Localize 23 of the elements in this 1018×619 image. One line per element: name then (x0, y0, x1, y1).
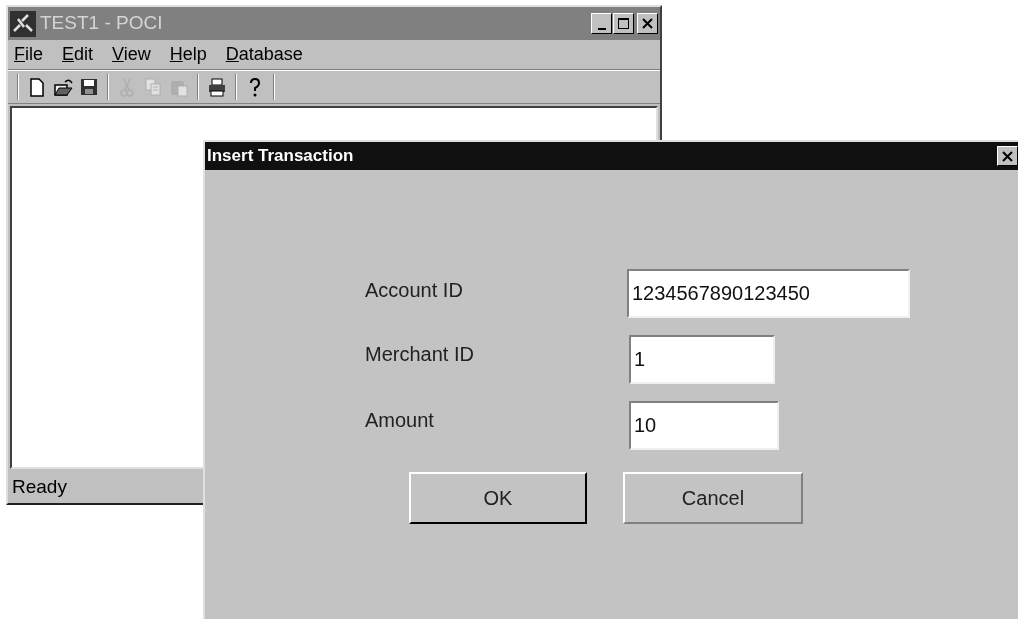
menu-item[interactable]: Help (169, 41, 207, 68)
dialog-title: Insert Transaction (207, 145, 354, 168)
dialog-button[interactable]: OK (409, 472, 587, 524)
close-icon (1002, 150, 1013, 162)
dialog-button[interactable]: Cancel (623, 472, 803, 524)
menu-item[interactable]: Edit (62, 41, 94, 68)
field-label: Amount (365, 408, 435, 433)
status-text: Ready (12, 474, 67, 499)
menu-item[interactable]: View (112, 41, 151, 68)
input-field[interactable]: 10 (629, 400, 779, 450)
menu-item[interactable]: File (14, 41, 43, 68)
window-title: TEST1 - POCI (40, 11, 163, 36)
minimize-button[interactable] (591, 13, 612, 34)
close-button[interactable] (637, 13, 658, 34)
field-label: Merchant ID (365, 342, 475, 367)
field-label: Account ID (365, 277, 464, 303)
input-field[interactable]: 1 (629, 334, 775, 384)
app-icon (10, 10, 36, 37)
input-field[interactable]: 1234567890123450 (627, 269, 910, 318)
close-icon (642, 18, 653, 29)
maximize-button[interactable] (613, 13, 634, 34)
close-button[interactable] (997, 146, 1018, 166)
menu-item[interactable]: Database (225, 41, 303, 68)
